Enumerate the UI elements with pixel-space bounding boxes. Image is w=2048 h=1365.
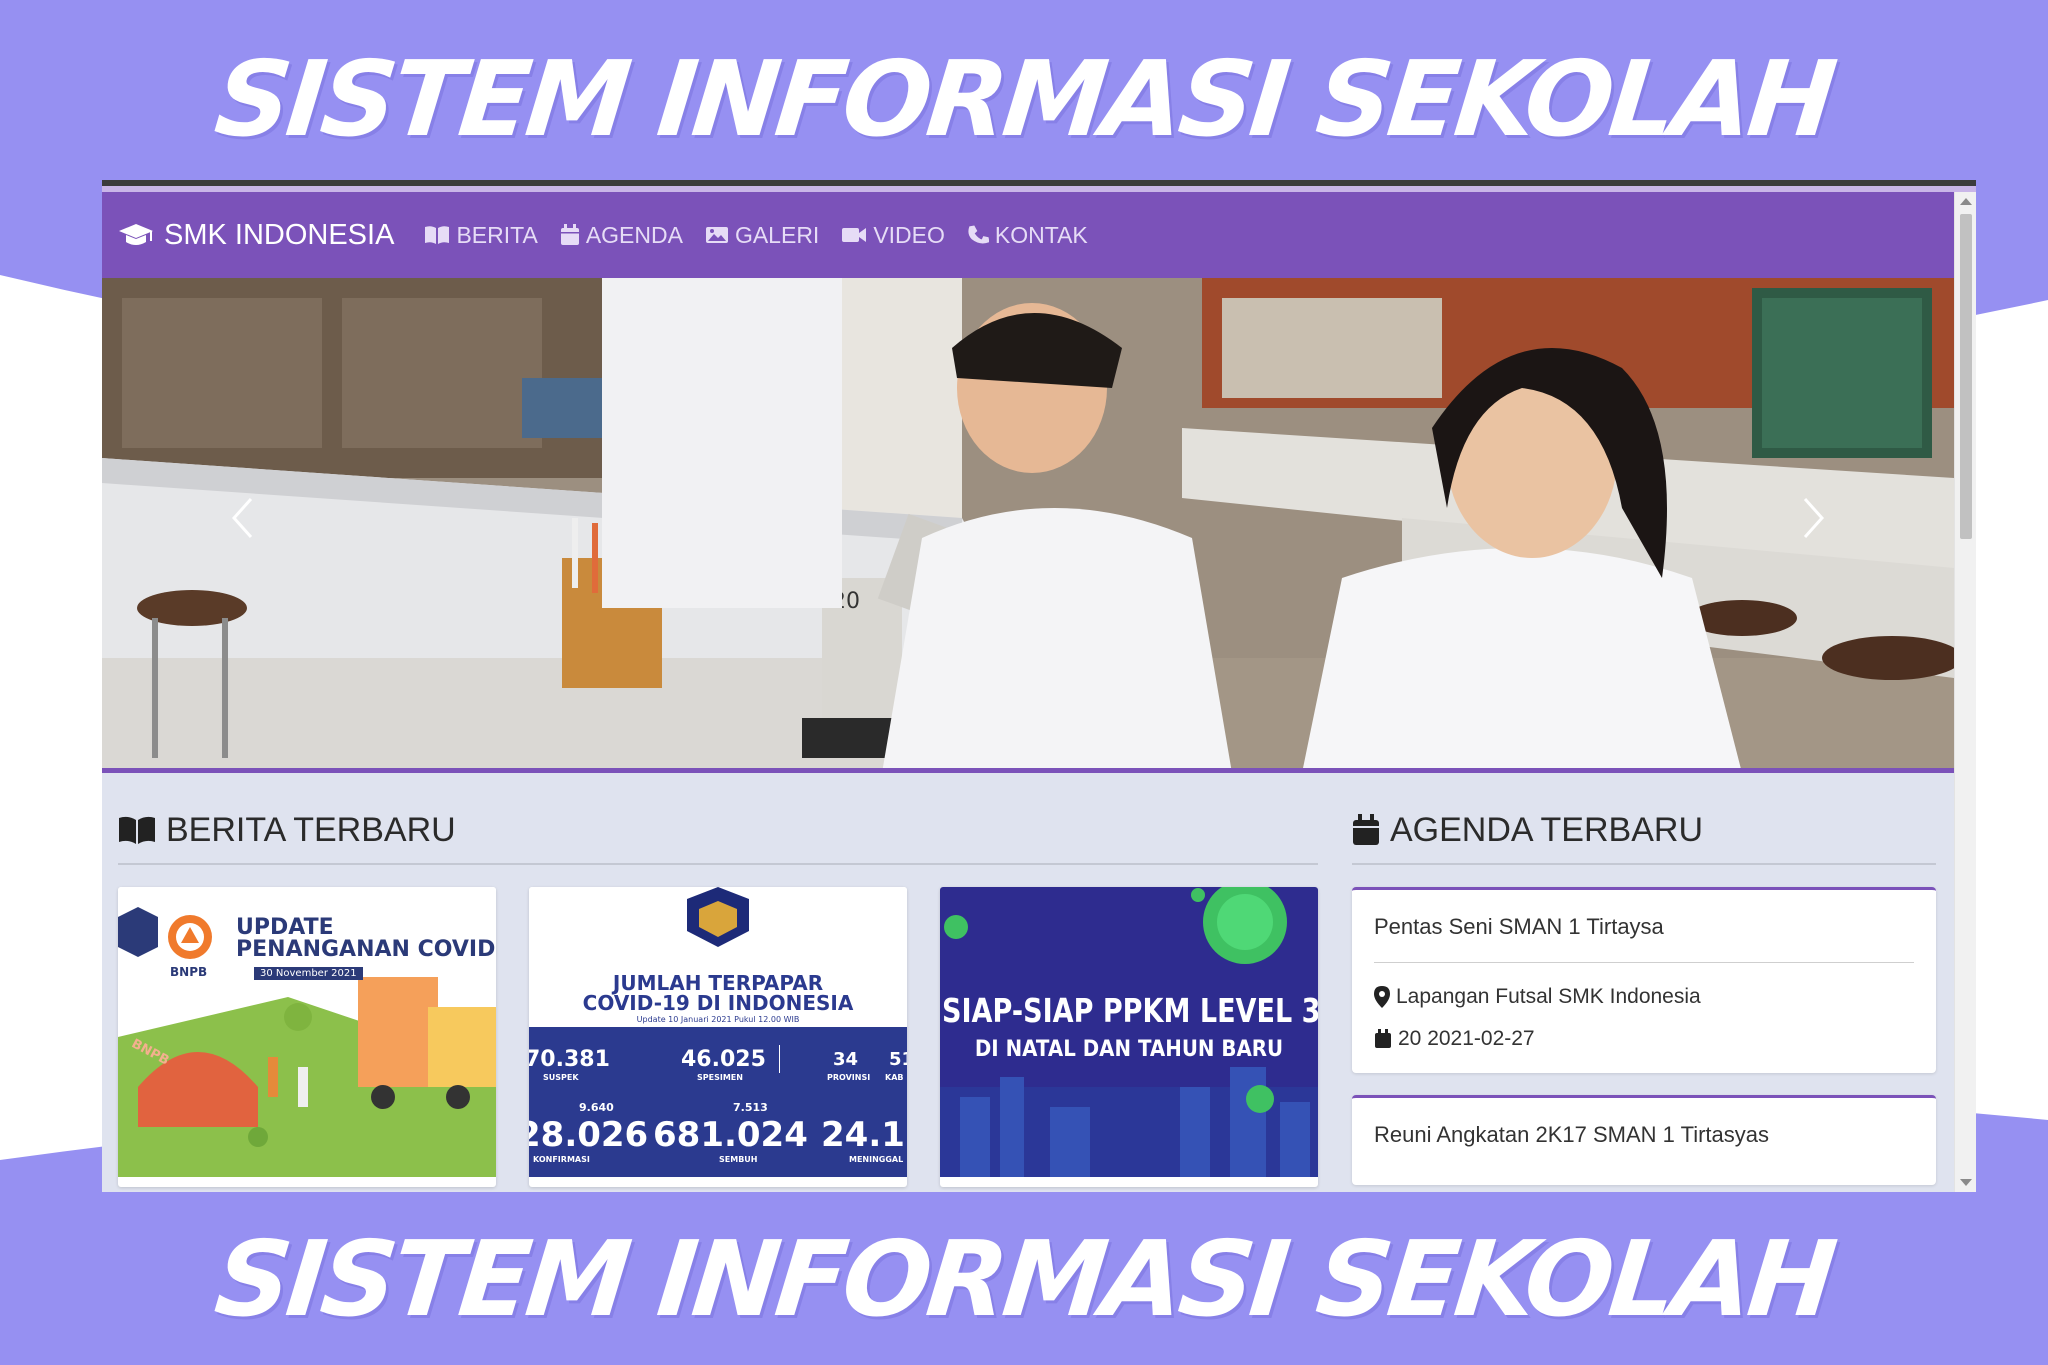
hero-carousel: 20 xyxy=(102,278,1954,773)
stat-provinsi-label: PROVINSI xyxy=(827,1073,871,1082)
agenda-location: Lapangan Futsal SMK Indonesia xyxy=(1374,985,1914,1009)
vertical-scrollbar[interactable] xyxy=(1954,192,1976,1192)
total-sembuh-value: 681.024 xyxy=(653,1115,808,1155)
card-image-covid-update: UPDATE PENANGANAN COVID-1 30 November 20… xyxy=(118,887,496,1177)
nav-item-galeri[interactable]: GALERI xyxy=(705,222,819,249)
card-headline-2: COVID-19 DI INDONESIA xyxy=(582,991,854,1015)
book-icon xyxy=(425,226,450,244)
chevron-right-icon xyxy=(1803,497,1825,539)
brand-link[interactable]: SMK INDONESIA xyxy=(118,219,394,252)
carousel-next-button[interactable] xyxy=(1784,478,1844,558)
card-image-covid-stats: JUMLAH TERPAPAR COVID-19 DI INDONESIA Up… xyxy=(529,887,907,1177)
delta-sembuh: 7.513 xyxy=(733,1101,768,1114)
stat-kab-value: 51 xyxy=(889,1049,907,1070)
card-headline-2: PENANGANAN COVID-1 xyxy=(236,937,496,962)
agenda-date: 20 2021-02-27 xyxy=(1374,1027,1914,1051)
main-content: BERITA TERBARU UPDATE PENANGANAN COVID-1… xyxy=(102,773,1954,1187)
calendar-icon xyxy=(1375,1029,1391,1048)
agenda-heading: AGENDA TERBARU xyxy=(1352,773,1936,865)
card-date: 30 November 2021 xyxy=(254,967,363,980)
carousel-prev-button[interactable] xyxy=(212,478,272,558)
stat-spesimen-label: SPESIMEN xyxy=(697,1073,743,1082)
brand-label: SMK INDONESIA xyxy=(164,218,395,251)
berita-card-list: UPDATE PENANGANAN COVID-1 30 November 20… xyxy=(118,887,1318,1187)
calendar-icon xyxy=(1353,814,1379,845)
agenda-card[interactable]: Reuni Angkatan 2K17 SMAN 1 Tirtasyas xyxy=(1352,1095,1936,1185)
berita-card[interactable]: UPDATE PENANGANAN COVID-1 30 November 20… xyxy=(118,887,496,1187)
page-viewport: SMK INDONESIA BERITA AGENDA GALERI VIDEO… xyxy=(102,192,1954,1192)
calendar-icon xyxy=(560,224,579,245)
book-icon xyxy=(119,816,155,844)
berita-card[interactable]: JUMLAH TERPAPAR COVID-19 DI INDONESIA Up… xyxy=(529,887,907,1187)
total-konfirmasi-value: 28.026 xyxy=(529,1115,649,1155)
card-image-ppkm: SIAP-SIAP PPKM LEVEL 3 DI NATAL DAN TAHU… xyxy=(940,887,1318,1177)
phone-icon xyxy=(968,225,989,244)
card-update: Update 10 Januari 2021 Pukul 12.00 WIB xyxy=(636,1015,800,1024)
berita-section: BERITA TERBARU UPDATE PENANGANAN COVID-1… xyxy=(118,773,1318,1187)
card-org: BNPB xyxy=(170,965,208,979)
agenda-card[interactable]: Pentas Seni SMAN 1 Tirtaysa Lapangan Fut… xyxy=(1352,887,1936,1073)
berita-card[interactable]: SIAP-SIAP PPKM LEVEL 3 DI NATAL DAN TAHU… xyxy=(940,887,1318,1187)
stat-spesimen-value: 46.025 xyxy=(681,1047,766,1072)
scroll-down-arrow-icon[interactable] xyxy=(1960,1179,1972,1186)
nav-item-label: VIDEO xyxy=(873,221,945,248)
nav-item-berita[interactable]: BERITA xyxy=(424,221,538,249)
hero-image: 20 xyxy=(102,278,1954,768)
chevron-left-icon xyxy=(231,497,253,539)
image-icon xyxy=(705,227,728,243)
agenda-date-text: 20 2021-02-27 xyxy=(1398,1027,1535,1050)
agenda-item-title: Pentas Seni SMAN 1 Tirtaysa xyxy=(1374,914,1914,963)
graduation-cap-icon xyxy=(119,224,153,245)
agenda-item-title: Reuni Angkatan 2K17 SMAN 1 Tirtasyas xyxy=(1374,1122,1769,1147)
agenda-section: AGENDA TERBARU Pentas Seni SMAN 1 Tirtay… xyxy=(1352,773,1936,1187)
banner-title-bottom: SISTEM INFORMASI SEKOLAH xyxy=(209,1218,1839,1340)
total-meninggal-value: 24.12 xyxy=(821,1115,907,1155)
nav-item-label: GALERI xyxy=(734,221,820,248)
berita-title: BERITA TERBARU xyxy=(166,810,456,849)
card-headline: SIAP-SIAP PPKM LEVEL 3 xyxy=(942,991,1318,1030)
delta-konfirmasi: 9.640 xyxy=(579,1101,614,1114)
total-konfirmasi-label: KONFIRMASI xyxy=(533,1155,590,1164)
nav-item-label: KONTAK xyxy=(994,221,1088,248)
stat-provinsi-value: 34 xyxy=(833,1049,859,1070)
stat-kab-label: KAB xyxy=(885,1073,904,1082)
nav-item-agenda[interactable]: AGENDA xyxy=(560,222,683,249)
total-sembuh-label: SEMBUH xyxy=(719,1155,758,1164)
navbar: SMK INDONESIA BERITA AGENDA GALERI VIDEO… xyxy=(102,192,1954,278)
nav-item-video[interactable]: VIDEO xyxy=(841,222,945,249)
video-camera-icon xyxy=(842,228,867,242)
scrollbar-thumb[interactable] xyxy=(1960,214,1972,539)
agenda-title: AGENDA TERBARU xyxy=(1390,810,1704,849)
nav-item-label: BERITA xyxy=(456,221,538,248)
banner-title-top: SISTEM INFORMASI SEKOLAH xyxy=(209,38,1839,160)
map-marker-icon xyxy=(1374,986,1390,1008)
berita-heading: BERITA TERBARU xyxy=(118,773,1318,865)
nav-item-kontak[interactable]: KONTAK xyxy=(967,222,1088,249)
agenda-location-text: Lapangan Futsal SMK Indonesia xyxy=(1396,985,1701,1008)
nav-item-label: AGENDA xyxy=(585,221,683,248)
stat-suspek-label: SUSPEK xyxy=(543,1073,579,1082)
card-headline-2: DI NATAL DAN TAHUN BARU xyxy=(974,1037,1284,1062)
total-meninggal-label: MENINGGAL xyxy=(849,1155,904,1164)
scroll-up-arrow-icon[interactable] xyxy=(1960,198,1972,205)
browser-screenshot: SMK INDONESIA BERITA AGENDA GALERI VIDEO… xyxy=(102,180,1976,1192)
stat-suspek-value: 70.381 xyxy=(529,1047,610,1072)
